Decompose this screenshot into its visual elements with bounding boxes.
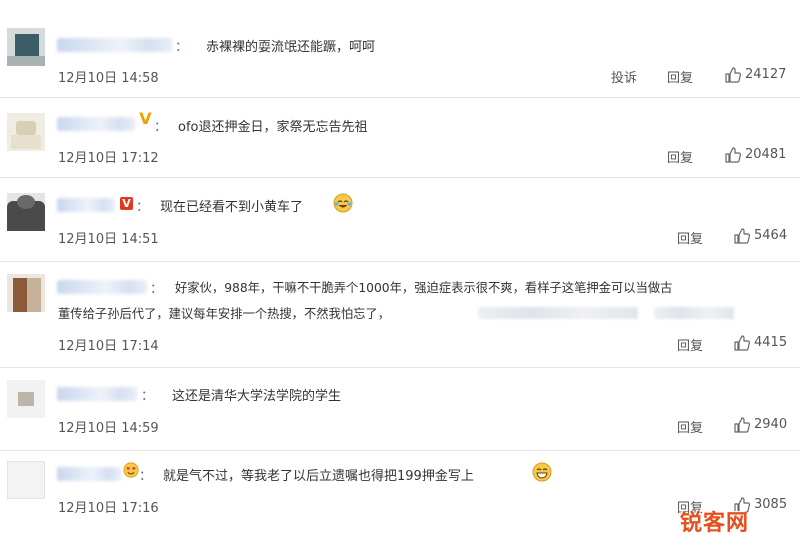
like-count: 24127 — [745, 67, 787, 82]
like-button[interactable]: 24127 — [724, 66, 794, 84]
username-blurred[interactable] — [57, 117, 135, 131]
comment-time: 12月10日 17:12 — [58, 151, 159, 166]
avatar[interactable] — [7, 113, 45, 151]
comment-item: ： 这还是清华大学法学院的学生 12月10日 14:59 回复 2940 — [0, 368, 800, 450]
like-count: 20481 — [745, 147, 787, 162]
username-blurred[interactable] — [57, 387, 137, 401]
comment-text: ofo退还押金日，家祭无忘告先祖 — [178, 120, 368, 135]
like-button[interactable]: 20481 — [724, 146, 794, 164]
username-blurred[interactable] — [57, 198, 115, 212]
comment-text: 赤裸裸的耍流氓还能蹶，呵呵 — [206, 40, 376, 55]
username-blurred[interactable] — [57, 38, 172, 52]
thumbs-up-icon — [725, 67, 742, 83]
laughing-crying-emoji-icon — [333, 193, 353, 213]
like-count: 2940 — [754, 417, 788, 432]
redacted-text — [654, 307, 734, 319]
comment-item: V ： 现在已经看不到小黄车了 12月10日 14:51 回复 5464 — [0, 178, 800, 261]
avatar[interactable] — [7, 193, 45, 231]
colon: ： — [150, 282, 164, 297]
thumbs-up-icon — [734, 417, 751, 433]
site-watermark: 锐客网 — [680, 511, 750, 536]
thumbs-up-icon — [725, 147, 742, 163]
comment-feed: ： 赤裸裸的耍流氓还能蹶，呵呵 12月10日 14:58 投诉 回复 24127… — [0, 0, 800, 550]
comment-text: 现在已经看不到小黄车了 — [160, 200, 304, 215]
reply-button[interactable]: 回复 — [677, 335, 703, 354]
report-button[interactable]: 投诉 — [611, 67, 637, 86]
comment-time: 12月10日 14:58 — [58, 71, 159, 86]
colon: ： — [175, 40, 189, 55]
colon: ： — [136, 200, 150, 215]
like-button[interactable]: 4415 — [733, 334, 795, 352]
avatar[interactable] — [7, 380, 45, 418]
like-button[interactable]: 5464 — [733, 227, 795, 245]
username-blurred[interactable] — [57, 467, 121, 481]
comment-text-line-2: 董传给子孙后代了，建议每年安排一个热搜，不然我怕忘了， — [58, 307, 391, 321]
reply-button[interactable]: 回复 — [677, 228, 703, 247]
comment-time: 12月10日 14:59 — [58, 421, 159, 436]
comment-item: V ： ofo退还押金日，家祭无忘告先祖 12月10日 17:12 回复 204… — [0, 98, 800, 177]
colon: ： — [139, 469, 153, 484]
comment-text-line-1: 好家伙，988年，干嘛不干脆弄个1000年，强迫症表示很不爽，看样子这笔押金可以… — [175, 281, 673, 295]
reply-button[interactable]: 回复 — [677, 417, 703, 436]
comment-text: 就是气不过，等我老了以后立遗嘱也得把199押金写上 — [163, 469, 474, 484]
avatar[interactable] — [7, 28, 45, 66]
like-count: 5464 — [754, 228, 788, 243]
avatar[interactable] — [7, 461, 45, 499]
redacted-text — [478, 307, 638, 319]
colon: ： — [154, 120, 168, 135]
comment-text: 这还是清华大学法学院的学生 — [172, 389, 342, 404]
colon: ： — [141, 389, 155, 404]
avatar[interactable] — [7, 274, 45, 312]
verified-badge-icon: V — [120, 197, 133, 210]
like-count: 4415 — [754, 335, 788, 350]
reply-button[interactable]: 回复 — [667, 67, 693, 86]
thumbs-up-icon — [734, 335, 751, 351]
verified-badge-icon: V — [139, 109, 152, 128]
comment-item: ： 好家伙，988年，干嘛不干脆弄个1000年，强迫症表示很不爽，看样子这笔押金… — [0, 262, 800, 367]
grinning-emoji-icon — [532, 462, 552, 482]
thumbs-up-icon — [734, 228, 751, 244]
comment-time: 12月10日 17:14 — [58, 339, 159, 354]
like-count: 3085 — [754, 497, 788, 512]
comment-item: ： 赤裸裸的耍流氓还能蹶，呵呵 12月10日 14:58 投诉 回复 24127 — [0, 0, 800, 97]
heart-eyes-emoji-icon — [123, 462, 139, 478]
like-button[interactable]: 2940 — [733, 416, 795, 434]
username-blurred[interactable] — [57, 280, 147, 294]
comment-time: 12月10日 17:16 — [58, 501, 159, 516]
comment-time: 12月10日 14:51 — [58, 232, 159, 247]
reply-button[interactable]: 回复 — [667, 147, 693, 166]
